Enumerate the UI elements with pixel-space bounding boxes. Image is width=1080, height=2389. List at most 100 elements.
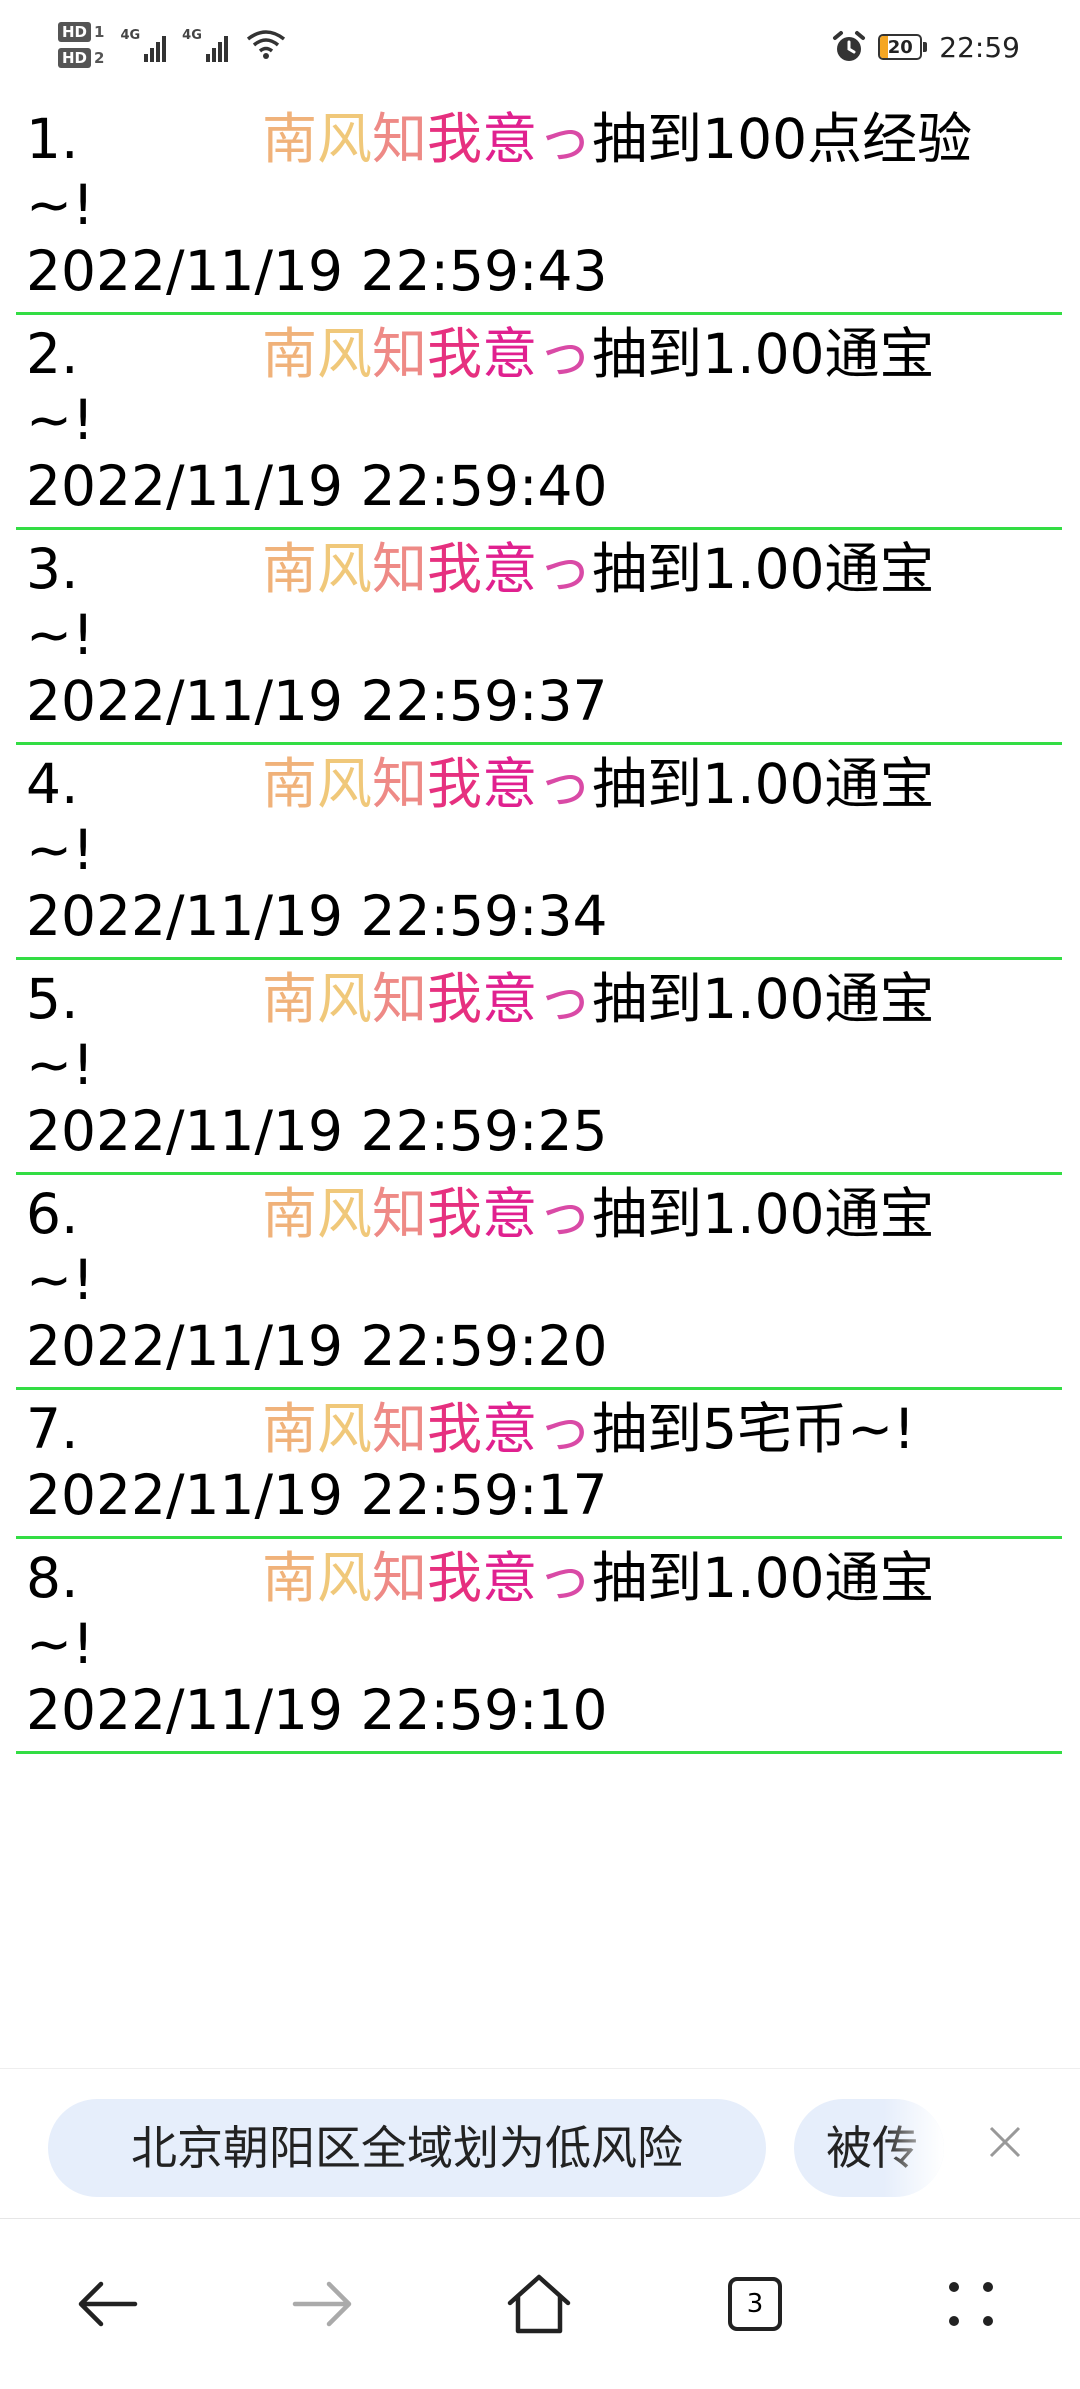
entry-main-line: 7. 南风知我意っ抽到5宅币~! bbox=[26, 1396, 1052, 1462]
username-char: 风 bbox=[317, 967, 373, 1031]
entry-timestamp: 2022/11/19 22:59:40 bbox=[26, 454, 608, 518]
username[interactable]: 南风知我意っ bbox=[262, 1546, 592, 1610]
news-chip-partial[interactable]: 被传 bbox=[794, 2099, 944, 2197]
browser-bottom-nav: 3 bbox=[0, 2218, 1080, 2389]
username-char: 我 bbox=[427, 107, 483, 171]
sim1-indicator: HD 1 bbox=[58, 22, 104, 42]
username-char: っ bbox=[537, 1182, 593, 1246]
username-char: 风 bbox=[317, 322, 373, 386]
entry-main-line: 5. 南风知我意っ抽到1.00通宝 bbox=[26, 966, 1052, 1032]
sim-indicators: HD 1 HD 2 bbox=[58, 22, 104, 68]
tabs-icon: 3 bbox=[728, 2277, 782, 2331]
username-char: 风 bbox=[317, 1182, 373, 1246]
username-char: 知 bbox=[372, 107, 428, 171]
list-item: 7. 南风知我意っ抽到5宅币~! 2022/11/19 22:59:17 bbox=[16, 1390, 1062, 1539]
menu-button[interactable] bbox=[926, 2259, 1016, 2349]
username-char: 南 bbox=[262, 1182, 318, 1246]
status-right: 20 22:59 bbox=[832, 30, 1020, 64]
draw-results-list[interactable]: 1. 南风知我意っ抽到100点经验 ~! 2022/11/19 22:59:43 2. 南… bbox=[16, 100, 1062, 2068]
entry-main-line: 3. 南风知我意っ抽到1.00通宝 bbox=[26, 536, 1052, 602]
forward-arrow-icon bbox=[292, 2281, 352, 2327]
username-char: っ bbox=[537, 752, 593, 816]
entry-main-line: 8. 南风知我意っ抽到1.00通宝 bbox=[26, 1545, 1052, 1611]
home-button[interactable] bbox=[494, 2259, 584, 2349]
entry-timestamp: 2022/11/19 22:59:20 bbox=[26, 1314, 608, 1378]
username-char: っ bbox=[537, 1397, 593, 1461]
username-char: 风 bbox=[317, 107, 373, 171]
entry-timestamp: 2022/11/19 22:59:10 bbox=[26, 1678, 608, 1742]
entry-main-line: 6. 南风知我意っ抽到1.00通宝 bbox=[26, 1181, 1052, 1247]
username-char: っ bbox=[537, 537, 593, 601]
username[interactable]: 南风知我意っ bbox=[262, 322, 592, 386]
entry-reward: 抽到1.00通宝 bbox=[592, 752, 935, 816]
username-char: 风 bbox=[317, 537, 373, 601]
username-char: っ bbox=[537, 322, 593, 386]
signal-icon-1: 4G bbox=[120, 28, 167, 62]
alarm-icon bbox=[833, 31, 866, 61]
username-char: 我 bbox=[427, 537, 483, 601]
username[interactable]: 南风知我意っ bbox=[262, 752, 592, 816]
username-char: っ bbox=[537, 1546, 593, 1610]
entry-reward: 抽到100点经验 bbox=[592, 107, 973, 171]
username-char: っ bbox=[537, 107, 593, 171]
battery-icon: 20 bbox=[878, 34, 928, 60]
entry-reward: 抽到1.00通宝 bbox=[592, 537, 935, 601]
username-char: 知 bbox=[372, 537, 428, 601]
close-icon[interactable] bbox=[980, 2121, 1030, 2171]
username-char: 意 bbox=[482, 322, 538, 386]
sim1-hd-label: HD bbox=[58, 22, 92, 42]
sim2-number: 2 bbox=[94, 49, 105, 67]
list-item: 6. 南风知我意っ抽到1.00通宝 ~! 2022/11/19 22:59:20 bbox=[16, 1175, 1062, 1390]
entry-tail: ~! bbox=[26, 1033, 95, 1097]
list-item: 5. 南风知我意っ抽到1.00通宝 ~! 2022/11/19 22:59:25 bbox=[16, 960, 1062, 1175]
username-char: 风 bbox=[317, 1546, 373, 1610]
username-char: 意 bbox=[482, 1546, 538, 1610]
status-time: 22:59 bbox=[939, 30, 1020, 64]
entry-tail: ~! bbox=[26, 173, 95, 237]
username-char: 我 bbox=[427, 752, 483, 816]
entry-timestamp: 2022/11/19 22:59:37 bbox=[26, 669, 608, 733]
username-char: 我 bbox=[427, 1397, 483, 1461]
entry-index: 3. bbox=[26, 537, 79, 601]
username-char: 知 bbox=[372, 1397, 428, 1461]
entry-reward: 抽到1.00通宝 bbox=[592, 1182, 935, 1246]
back-button[interactable] bbox=[62, 2259, 152, 2349]
entry-tail: ~! bbox=[26, 1248, 95, 1312]
entry-reward: 抽到5宅币~! bbox=[592, 1397, 916, 1461]
entry-reward: 抽到1.00通宝 bbox=[592, 1546, 935, 1610]
entry-index: 7. bbox=[26, 1397, 79, 1461]
username-char: 风 bbox=[317, 752, 373, 816]
username[interactable]: 南风知我意っ bbox=[262, 537, 592, 601]
entry-timestamp: 2022/11/19 22:59:17 bbox=[26, 1463, 608, 1527]
username-char: 南 bbox=[262, 1546, 318, 1610]
forward-button[interactable] bbox=[278, 2259, 368, 2349]
username-char: 我 bbox=[427, 967, 483, 1031]
menu-dots-icon bbox=[949, 2282, 993, 2326]
entry-tail: ~! bbox=[26, 818, 95, 882]
entry-tail: ~! bbox=[26, 603, 95, 667]
entry-index: 6. bbox=[26, 1182, 79, 1246]
tab-count: 3 bbox=[746, 2289, 764, 2319]
status-left: HD 1 HD 2 4G 4G bbox=[58, 22, 286, 68]
wifi-icon bbox=[246, 30, 285, 59]
username[interactable]: 南风知我意っ bbox=[262, 1182, 592, 1246]
username-char: 意 bbox=[482, 537, 538, 601]
news-suggestion-bar: 北京朝阳区全域划为低风险 被传 bbox=[0, 2068, 1080, 2219]
list-item: 1. 南风知我意っ抽到100点经验 ~! 2022/11/19 22:59:43 bbox=[16, 100, 1062, 315]
username-char: 意 bbox=[482, 967, 538, 1031]
entry-index: 4. bbox=[26, 752, 79, 816]
username[interactable]: 南风知我意っ bbox=[262, 1397, 592, 1461]
list-item: 8. 南风知我意っ抽到1.00通宝 ~! 2022/11/19 22:59:10 bbox=[16, 1539, 1062, 1754]
username-char: 意 bbox=[482, 107, 538, 171]
username-char: 意 bbox=[482, 752, 538, 816]
news-chip[interactable]: 北京朝阳区全域划为低风险 bbox=[48, 2099, 766, 2197]
entry-index: 1. bbox=[26, 107, 79, 171]
username[interactable]: 南风知我意っ bbox=[262, 107, 592, 171]
sim2-hd-label: HD bbox=[58, 48, 92, 68]
tabs-button[interactable]: 3 bbox=[710, 2259, 800, 2349]
sim1-number: 1 bbox=[94, 23, 105, 41]
username[interactable]: 南风知我意っ bbox=[262, 967, 592, 1031]
username-char: っ bbox=[537, 967, 593, 1031]
entry-index: 2. bbox=[26, 322, 79, 386]
username-char: 知 bbox=[372, 752, 428, 816]
